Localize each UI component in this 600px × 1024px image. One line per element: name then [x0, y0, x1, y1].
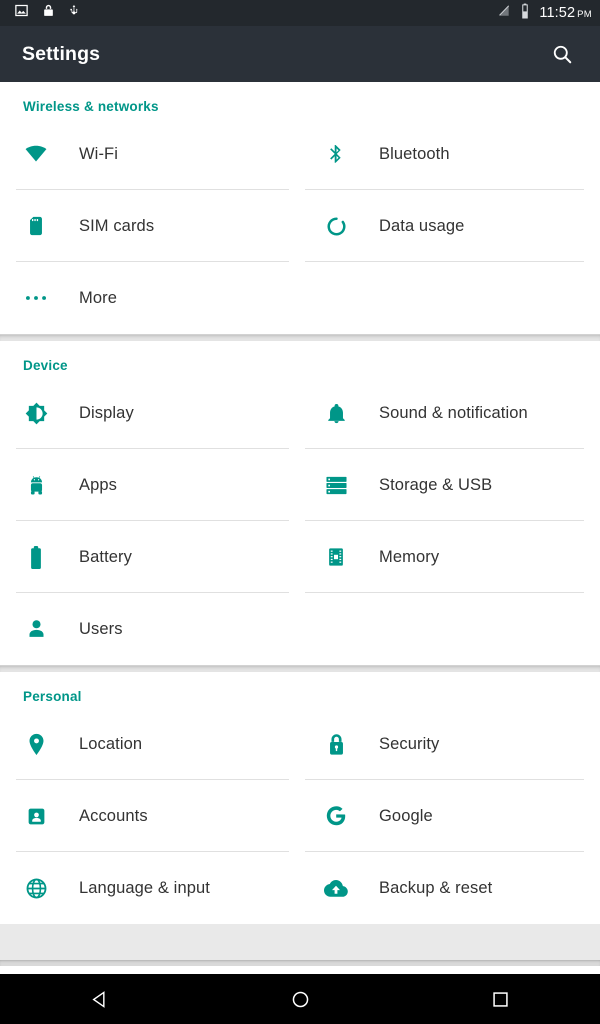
settings-item-sim-cards[interactable]: SIM cards: [0, 190, 300, 262]
section-wireless-networks: Wireless & networks Wi-Fi Bluetooth SIM …: [0, 82, 600, 334]
settings-screen: 11:52 PM Settings Wireless & networks Wi…: [0, 0, 600, 1024]
image-icon: [14, 3, 29, 23]
android-icon: [0, 449, 72, 521]
data-usage-icon: [300, 190, 372, 262]
settings-item-location[interactable]: Location: [0, 708, 300, 780]
settings-list[interactable]: Wireless & networks Wi-Fi Bluetooth SIM …: [0, 82, 600, 960]
settings-item-battery[interactable]: Battery: [0, 521, 300, 593]
status-bar-clock: 11:52 PM: [539, 5, 592, 21]
settings-item-users[interactable]: Users: [0, 593, 600, 665]
section-header-label: Wireless & networks: [23, 98, 159, 114]
settings-item-label: More: [79, 288, 117, 307]
section-header-label: Device: [23, 357, 68, 373]
section-device: Device Display Sound & notification Apps…: [0, 341, 600, 665]
settings-item-label: Wi-Fi: [79, 144, 118, 163]
storage-icon: [300, 449, 372, 521]
settings-item-display[interactable]: Display: [0, 377, 300, 449]
settings-item-language-input[interactable]: Language & input: [0, 852, 300, 924]
section-grid-wireless: Wi-Fi Bluetooth SIM cards Data usage Mor…: [0, 118, 600, 334]
clock-time: 11:52: [539, 5, 576, 21]
settings-item-label: Sound & notification: [379, 403, 528, 422]
account-badge-icon: [0, 780, 72, 852]
sim-card-icon: [0, 190, 72, 262]
search-icon[interactable]: [540, 32, 584, 76]
lock-icon: [42, 3, 55, 23]
lock-icon: [300, 708, 372, 780]
battery-icon: [0, 521, 72, 593]
settings-item-sound-notification[interactable]: Sound & notification: [300, 377, 600, 449]
settings-item-label: Memory: [379, 547, 440, 566]
settings-item-label: Display: [79, 403, 134, 422]
settings-item-wifi[interactable]: Wi-Fi: [0, 118, 300, 190]
back-button[interactable]: [65, 974, 135, 1024]
section-separator: [0, 334, 600, 341]
more-horizontal-icon: [0, 262, 72, 334]
settings-item-label: Location: [79, 734, 143, 753]
section-header-label: Personal: [23, 688, 82, 704]
settings-item-label: SIM cards: [79, 216, 155, 235]
list-bottom-shadow: [0, 960, 600, 974]
settings-item-label: Security: [379, 734, 440, 753]
settings-item-label: Apps: [79, 475, 118, 494]
settings-item-more[interactable]: More: [0, 262, 600, 334]
status-bar-right-icons: 11:52 PM: [497, 3, 592, 24]
status-bar-left-icons: [14, 3, 81, 23]
memory-chip-icon: [300, 521, 372, 593]
recents-button[interactable]: [465, 974, 535, 1024]
settings-item-label: Google: [379, 806, 433, 825]
google-g-icon: [300, 780, 372, 852]
settings-item-label: Storage & USB: [379, 475, 493, 494]
usb-icon: [68, 3, 81, 23]
settings-item-label: Accounts: [79, 806, 148, 825]
settings-item-label: Users: [79, 619, 123, 638]
navigation-bar: [0, 974, 600, 1024]
settings-item-label: Bluetooth: [379, 144, 450, 163]
action-bar: Settings: [0, 26, 600, 82]
settings-item-storage-usb[interactable]: Storage & USB: [300, 449, 600, 521]
section-grid-device: Display Sound & notification Apps Storag…: [0, 377, 600, 665]
section-header-wireless: Wireless & networks: [0, 82, 600, 118]
section-personal: Personal Location Security Accounts Goog…: [0, 672, 600, 924]
page-title: Settings: [22, 42, 101, 65]
status-bar: 11:52 PM: [0, 0, 600, 26]
clock-ampm: PM: [577, 9, 592, 20]
person-icon: [0, 593, 72, 665]
settings-item-label: Data usage: [379, 216, 465, 235]
location-pin-icon: [0, 708, 72, 780]
bluetooth-icon: [300, 118, 372, 190]
brightness-icon: [0, 377, 72, 449]
settings-item-backup-reset[interactable]: Backup & reset: [300, 852, 600, 924]
settings-item-bluetooth[interactable]: Bluetooth: [300, 118, 600, 190]
section-header-device: Device: [0, 341, 600, 377]
settings-item-data-usage[interactable]: Data usage: [300, 190, 600, 262]
settings-item-label: Battery: [79, 547, 132, 566]
settings-item-apps[interactable]: Apps: [0, 449, 300, 521]
wifi-icon: [0, 118, 72, 190]
settings-item-memory[interactable]: Memory: [300, 521, 600, 593]
settings-item-label: Language & input: [79, 878, 210, 897]
section-grid-personal: Location Security Accounts Google Langua…: [0, 708, 600, 924]
no-signal-icon: [497, 3, 511, 23]
home-button[interactable]: [265, 974, 335, 1024]
settings-item-security[interactable]: Security: [300, 708, 600, 780]
settings-item-accounts[interactable]: Accounts: [0, 780, 300, 852]
globe-icon: [0, 852, 72, 924]
section-separator: [0, 665, 600, 672]
battery-half-icon: [520, 3, 530, 24]
settings-item-google[interactable]: Google: [300, 780, 600, 852]
cloud-upload-icon: [300, 852, 372, 924]
bell-icon: [300, 377, 372, 449]
section-header-personal: Personal: [0, 672, 600, 708]
settings-item-label: Backup & reset: [379, 878, 493, 897]
